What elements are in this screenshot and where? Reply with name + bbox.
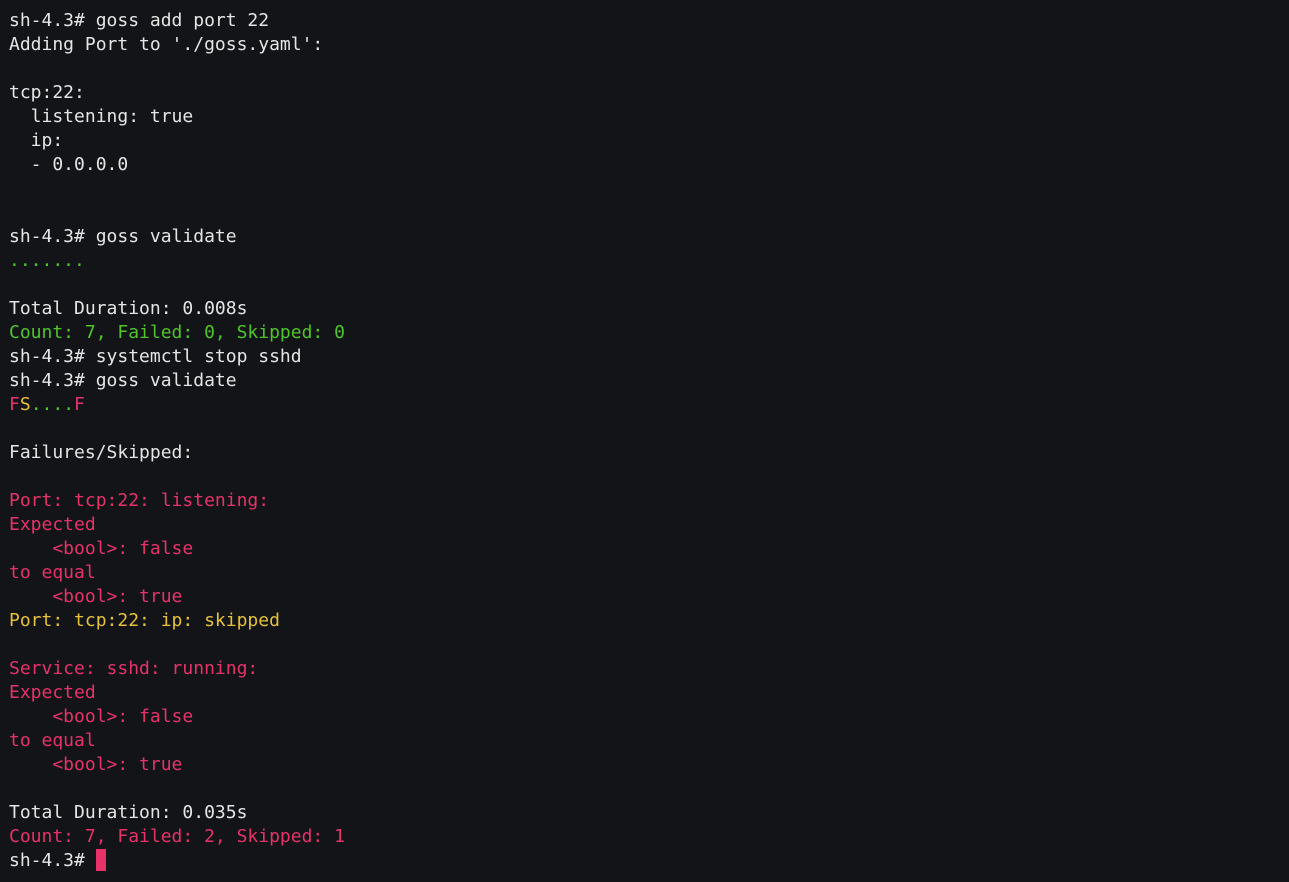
terminal-line: - 0.0.0.0 [9, 153, 1289, 177]
terminal-text-segment: ....... [9, 250, 85, 271]
terminal-text-segment: sh-4.3# systemctl stop sshd [9, 346, 302, 367]
terminal-text-segment: listening: true [9, 106, 194, 127]
terminal-line: to equal [9, 561, 1289, 585]
terminal-text-segment: <bool>: true [9, 586, 183, 607]
terminal-text-segment: <bool>: true [9, 754, 183, 775]
terminal-text-segment: <bool>: false [9, 538, 194, 559]
terminal-line: sh-4.3# goss validate [9, 369, 1289, 393]
terminal-text-segment: Total Duration: 0.035s [9, 802, 248, 823]
terminal-line: <bool>: false [9, 537, 1289, 561]
terminal-line: Adding Port to './goss.yaml': [9, 33, 1289, 57]
terminal-text-segment: to equal [9, 730, 96, 751]
terminal-text-segment: Count: 7, Failed: 2, Skipped: 1 [9, 826, 345, 847]
terminal-text-segment: ip: [9, 130, 64, 151]
terminal-output: sh-4.3# goss add port 22 Adding Port to '… [9, 9, 1289, 849]
terminal-text-segment: Total Duration: 0.008s [9, 298, 248, 319]
terminal-line: tcp:22: [9, 81, 1289, 105]
terminal-line: Port: tcp:22: ip: skipped [9, 609, 1289, 633]
terminal-text-segment: tcp:22: [9, 82, 85, 103]
terminal-line: listening: true [9, 105, 1289, 129]
terminal-line: Count: 7, Failed: 0, Skipped: 0 [9, 321, 1289, 345]
terminal-line: <bool>: true [9, 585, 1289, 609]
terminal-line: <bool>: false [9, 705, 1289, 729]
terminal-line: <bool>: true [9, 753, 1289, 777]
terminal-line: Expected [9, 513, 1289, 537]
terminal-text-segment: Service: sshd: running: [9, 658, 259, 679]
terminal-line: Total Duration: 0.035s [9, 801, 1289, 825]
terminal-line: ....... [9, 249, 1289, 273]
terminal-line: Service: sshd: running: [9, 657, 1289, 681]
terminal-line: ip: [9, 129, 1289, 153]
terminal-text-segment: Expected [9, 682, 96, 703]
terminal-line: FS....F [9, 393, 1289, 417]
terminal-line: sh-4.3# goss add port 22 [9, 9, 1289, 33]
terminal-text-segment: Failures/Skipped: [9, 442, 194, 463]
terminal-text-segment: F [9, 394, 20, 415]
terminal-text-segment: F [74, 394, 85, 415]
terminal-text-segment: Adding Port to './goss.yaml': [9, 34, 324, 55]
terminal-line: Count: 7, Failed: 2, Skipped: 1 [9, 825, 1289, 849]
shell-prompt: sh-4.3# [9, 850, 96, 871]
terminal-text-segment: Count: 7, Failed: 0, Skipped: 0 [9, 322, 345, 343]
terminal-text-segment: Port: tcp:22: listening: [9, 490, 270, 511]
terminal-text-segment: .... [30, 394, 75, 415]
terminal-line: Expected [9, 681, 1289, 705]
terminal-line: sh-4.3# goss validate [9, 225, 1289, 249]
terminal-line: to equal [9, 729, 1289, 753]
terminal-line: sh-4.3# systemctl stop sshd [9, 345, 1289, 369]
terminal-cursor[interactable] [95, 849, 106, 871]
terminal-text-segment: Port: tcp:22: ip: skipped [9, 610, 280, 631]
terminal-text-segment: sh-4.3# goss validate [9, 370, 237, 391]
terminal-line: Failures/Skipped: [9, 441, 1289, 465]
prompt-line[interactable]: sh-4.3# [9, 849, 1289, 873]
terminal-line: Port: tcp:22: listening: [9, 489, 1289, 513]
terminal-text-segment: S [19, 394, 31, 415]
terminal-text-segment: Expected [9, 514, 96, 535]
terminal-text-segment: to equal [9, 562, 96, 583]
terminal-window[interactable]: sh-4.3# goss add port 22 Adding Port to '… [0, 0, 1289, 882]
terminal-text-segment: - 0.0.0.0 [9, 154, 129, 175]
terminal-text-segment: sh-4.3# goss validate [9, 226, 237, 247]
terminal-text-segment: sh-4.3# goss add port 22 [9, 10, 270, 31]
terminal-text-segment: <bool>: false [9, 706, 194, 727]
terminal-line: Total Duration: 0.008s [9, 297, 1289, 321]
